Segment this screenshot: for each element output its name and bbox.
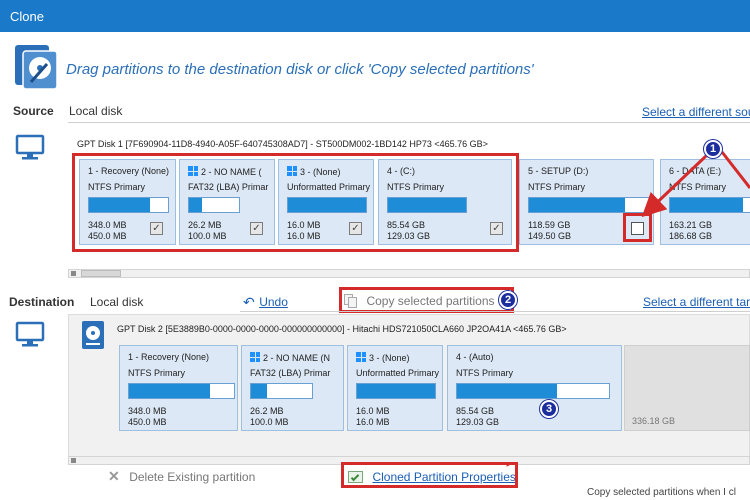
- partition-used: 85.54 GB: [456, 406, 495, 416]
- monitor-icon: [15, 320, 45, 350]
- usage-bar: [456, 383, 610, 399]
- partition-used: 118.59 GB: [528, 220, 571, 230]
- unallocated-size: 336.18 GB: [632, 416, 676, 426]
- partition-name: 1 - Recovery (None): [128, 352, 210, 362]
- step-badge-3: 3: [540, 400, 558, 418]
- destination-partition[interactable]: 3 - (None) Unformatted Primary 16.0 MB 1…: [347, 345, 443, 431]
- partition-name: 3 - (None): [369, 353, 410, 363]
- clone-disk-icon: [14, 44, 58, 90]
- usage-bar-fill: [670, 198, 744, 212]
- destination-divider: [240, 311, 750, 312]
- partition-used: 163.21 GB: [669, 220, 713, 230]
- partition-total: 16.0 MB: [356, 417, 390, 427]
- partition-used: 16.0 MB: [356, 406, 390, 416]
- step-badge-2: 2: [499, 291, 517, 309]
- partition-type: Unformatted Primary: [356, 368, 440, 378]
- undo-button[interactable]: ↶ Undo: [243, 293, 288, 311]
- usage-bar-fill: [129, 384, 210, 398]
- window-title-bar: Clone: [0, 0, 750, 32]
- destination-disk-type: Local disk: [90, 295, 144, 309]
- destination-disk-header: GPT Disk 2 [5E3889B0-0000-0000-0000-0000…: [117, 324, 567, 334]
- partition-name-row: 3 - (None): [356, 352, 440, 363]
- checkbox-highlight: [623, 213, 652, 242]
- windows-logo-icon: [250, 352, 260, 362]
- partition-name: 5 - SETUP (D:): [528, 166, 589, 176]
- partition-used: 348.0 MB: [128, 406, 167, 416]
- source-label: Source: [13, 104, 54, 118]
- usage-bar: [528, 197, 652, 213]
- partition-total: 129.03 GB: [456, 417, 500, 427]
- partition-total: 450.0 MB: [128, 417, 167, 427]
- step-badge-1: 1: [704, 140, 722, 158]
- partition-type: NTFS Primary: [128, 368, 185, 378]
- select-different-source-link[interactable]: Select a different sou: [642, 105, 750, 119]
- partition-total: 186.68 GB: [669, 231, 713, 241]
- scroll-left-arrow[interactable]: [71, 458, 76, 463]
- monitor-icon: [15, 133, 45, 163]
- hdd-icon: [81, 320, 105, 355]
- partition-name: 2 - NO NAME (N: [263, 353, 331, 363]
- partition-type: FAT32 (LBA) Primar: [250, 368, 331, 378]
- destination-label: Destination: [9, 295, 75, 309]
- delete-existing-partition-button[interactable]: ✕ Delete Existing partition: [108, 468, 255, 486]
- header-instruction: Drag partitions to the destination disk …: [66, 61, 534, 78]
- source-disk-header: GPT Disk 1 [7F690904-11D8-4940-A05F-6407…: [77, 139, 488, 149]
- unallocated-space[interactable]: 336.18 GB: [624, 345, 750, 431]
- delete-x-icon: ✕: [108, 468, 120, 484]
- destination-partition[interactable]: 2 - NO NAME (N FAT32 (LBA) Primar 26.2 M…: [241, 345, 344, 431]
- undo-icon: ↶: [243, 294, 255, 310]
- copy-button-highlight: [339, 287, 514, 313]
- usage-bar-fill: [529, 198, 626, 212]
- footer-note: Copy selected partitions when I cl: [587, 487, 736, 498]
- destination-partition[interactable]: 4 - (Auto) NTFS Primary 85.54 GB 129.03 …: [447, 345, 622, 431]
- source-divider: [68, 122, 750, 123]
- source-selection-highlight: [72, 153, 519, 252]
- partition-total: 149.50 GB: [528, 231, 572, 241]
- partition-total: 100.0 MB: [250, 417, 289, 427]
- usage-bar-fill: [357, 384, 435, 398]
- usage-bar-fill: [251, 384, 267, 398]
- undo-label: Undo: [259, 295, 288, 309]
- usage-bar: [669, 197, 750, 213]
- usage-bar-fill: [457, 384, 558, 398]
- partition-used: 26.2 MB: [250, 406, 284, 416]
- source-scrollbar[interactable]: [68, 269, 750, 278]
- partition-type: NTFS Primary: [669, 182, 726, 192]
- select-different-target-link[interactable]: Select a different targ: [643, 295, 750, 309]
- partition-type: NTFS Primary: [456, 368, 513, 378]
- windows-logo-icon: [356, 352, 366, 362]
- properties-link-highlight: [341, 462, 518, 488]
- usage-bar: [356, 383, 436, 399]
- window-title: Clone: [10, 9, 44, 24]
- usage-bar: [128, 383, 235, 399]
- partition-name-row: 2 - NO NAME (N: [250, 352, 341, 363]
- source-disk-type: Local disk: [69, 104, 123, 118]
- partition-name: 6 - DATA (E:): [669, 166, 722, 176]
- scrollbar-thumb[interactable]: [81, 270, 121, 277]
- scroll-left-arrow[interactable]: [71, 271, 76, 276]
- destination-partition[interactable]: 1 - Recovery (None) NTFS Primary 348.0 M…: [119, 345, 238, 431]
- delete-existing-label: Delete Existing partition: [129, 470, 256, 484]
- source-partition[interactable]: 6 - DATA (E:) NTFS Primary 163.21 GB 186…: [660, 159, 750, 245]
- partition-name: 4 - (Auto): [456, 352, 494, 362]
- usage-bar: [250, 383, 313, 399]
- partition-type: NTFS Primary: [528, 182, 585, 192]
